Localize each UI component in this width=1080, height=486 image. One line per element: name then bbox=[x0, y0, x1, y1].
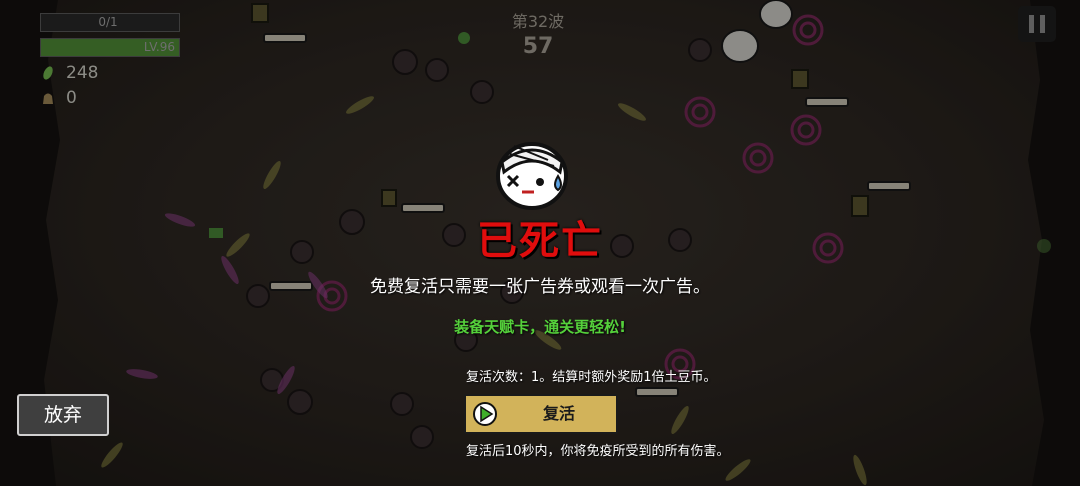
revive-button-label: 复活 bbox=[542, 404, 575, 423]
level-text: LV.96 bbox=[143, 40, 175, 54]
game-stage: 0/1 LV.96 248 0 第32波 57 已死亡 免费复活只需要一张广告券… bbox=[0, 0, 1080, 486]
pause-button[interactable] bbox=[1018, 6, 1056, 42]
bag-counter: 0 bbox=[40, 87, 77, 109]
experience-bar: LV.96 bbox=[40, 38, 180, 57]
talent-tip: 装备天赋卡，通关更轻松! bbox=[454, 318, 626, 336]
revive-description: 免费复活只需要一张广告券或观看一次广告。 bbox=[370, 277, 710, 297]
wave-timer: 57 bbox=[522, 34, 554, 59]
materials-count: 248 bbox=[66, 63, 99, 83]
bag-icon bbox=[43, 93, 53, 104]
bandaged-dead-potato-icon bbox=[496, 142, 568, 210]
bag-count: 0 bbox=[66, 88, 77, 108]
green-leaf-icon bbox=[43, 66, 53, 80]
wave-label: 第32波 bbox=[511, 12, 565, 31]
death-title: 已死亡 bbox=[477, 218, 603, 264]
play-circle-icon bbox=[473, 402, 497, 426]
give-up-button[interactable]: 放弃 bbox=[17, 394, 109, 436]
materials-counter: 248 bbox=[40, 62, 98, 84]
revive-count-text: 复活次数：1。结算时额外奖励1倍土豆币。 bbox=[466, 370, 717, 385]
health-text: 0/1 bbox=[98, 15, 118, 29]
immunity-note: 复活后10秒内，你将免疫所受到的所有伤害。 bbox=[466, 444, 730, 459]
health-bar: 0/1 bbox=[40, 13, 180, 32]
revive-button[interactable]: 复活 bbox=[464, 394, 618, 434]
